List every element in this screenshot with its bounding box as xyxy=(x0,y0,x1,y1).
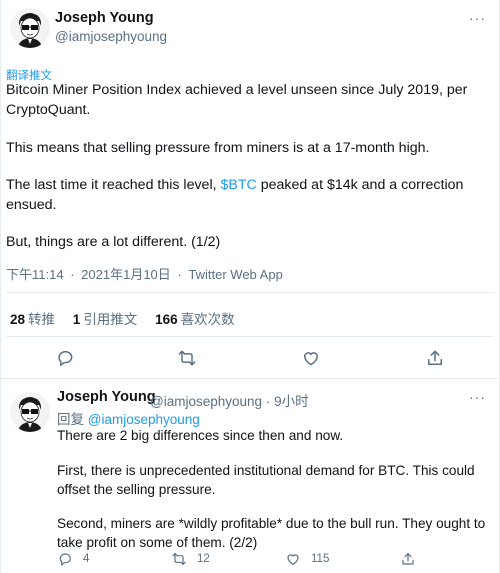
tweet-text-line2: This means that selling pressure from mi… xyxy=(6,140,430,156)
like-count: 115 xyxy=(311,553,330,565)
meta-separator: · xyxy=(70,267,75,282)
tweet-text-line3: The last time it reached this level, $BT… xyxy=(6,176,476,215)
avatar-illustration xyxy=(10,392,50,432)
divider xyxy=(6,336,494,337)
author-handle-and-age: @iamjosephyoung · 9小时 xyxy=(150,390,309,410)
tweet-metadata: 下午11:14 · 2021年1月10日 · Twitter Web App xyxy=(6,264,283,283)
reply-icon[interactable] xyxy=(54,347,76,369)
author-handle[interactable]: @iamjosephyoung xyxy=(55,29,167,44)
retweet-count[interactable]: 28 xyxy=(10,312,25,327)
meta-separator: · xyxy=(177,267,182,282)
tweet-text-line4: But, things are a lot different. (1/2) xyxy=(6,234,221,250)
reply-icon xyxy=(59,553,71,566)
tweet-time[interactable]: 下午11:14 xyxy=(6,267,64,282)
retweet-label[interactable]: 转推 xyxy=(28,312,55,327)
tweet-source[interactable]: Twitter Web App xyxy=(188,267,282,282)
reply-text-paragraph: There are 2 big differences since then a… xyxy=(57,428,344,443)
avatar-illustration xyxy=(10,8,50,48)
replying-to: 回复 @iamjosephyoung xyxy=(57,408,200,428)
like-label[interactable]: 喜欢次数 xyxy=(181,312,235,327)
tweet-text-line1: Bitcoin Miner Position Index achieved a … xyxy=(6,82,468,118)
retweet-action[interactable]: 12 xyxy=(171,551,210,567)
thread-separator xyxy=(0,378,500,379)
retweet-count: 12 xyxy=(197,553,210,565)
author-handle[interactable]: @iamjosephyoung xyxy=(150,394,262,409)
tweet-stats: 28 转推 1 引用推文 166 喜欢次数 xyxy=(10,308,249,328)
cashtag-btc-link[interactable]: $BTC xyxy=(220,177,256,193)
tweet-thread: Joseph Young @iamjosephyoung ··· 翻译推文 Bi… xyxy=(0,0,500,573)
retweet-icon xyxy=(172,553,186,565)
divider xyxy=(6,292,494,293)
replying-prefix: 回复 xyxy=(57,412,84,427)
share-action[interactable] xyxy=(400,551,426,567)
left-border xyxy=(0,0,1,573)
replying-to-handle[interactable]: @iamjosephyoung xyxy=(88,412,200,427)
more-options-icon[interactable]: ··· xyxy=(469,389,486,405)
reply-action[interactable]: 4 xyxy=(57,551,89,567)
author-name[interactable]: Joseph Young xyxy=(55,10,154,26)
like-icon[interactable] xyxy=(300,347,322,369)
quote-count[interactable]: 1 xyxy=(73,312,81,327)
author-name[interactable]: Joseph Young xyxy=(57,389,156,405)
like-count[interactable]: 166 xyxy=(155,312,178,327)
reply-text-paragraph: First, there is unprecedented institutio… xyxy=(57,463,475,497)
avatar[interactable] xyxy=(10,392,50,432)
text-segment: The last time it reached this level, xyxy=(6,177,221,193)
like-action[interactable]: 115 xyxy=(285,551,329,567)
share-icon xyxy=(402,553,414,565)
share-icon[interactable] xyxy=(424,347,446,369)
tweet-date[interactable]: 2021年1月10日 xyxy=(81,267,171,282)
like-icon xyxy=(287,554,299,566)
meta-separator: · xyxy=(265,394,271,409)
reply-text-paragraph: Second, miners are *wildly profitable* d… xyxy=(57,516,486,550)
tweet-age[interactable]: 9小时 xyxy=(274,394,309,409)
more-options-icon[interactable]: ··· xyxy=(469,10,486,26)
avatar[interactable] xyxy=(10,8,50,48)
reply-count: 4 xyxy=(83,553,90,565)
retweet-icon[interactable] xyxy=(176,347,198,369)
quote-label[interactable]: 引用推文 xyxy=(83,312,137,327)
